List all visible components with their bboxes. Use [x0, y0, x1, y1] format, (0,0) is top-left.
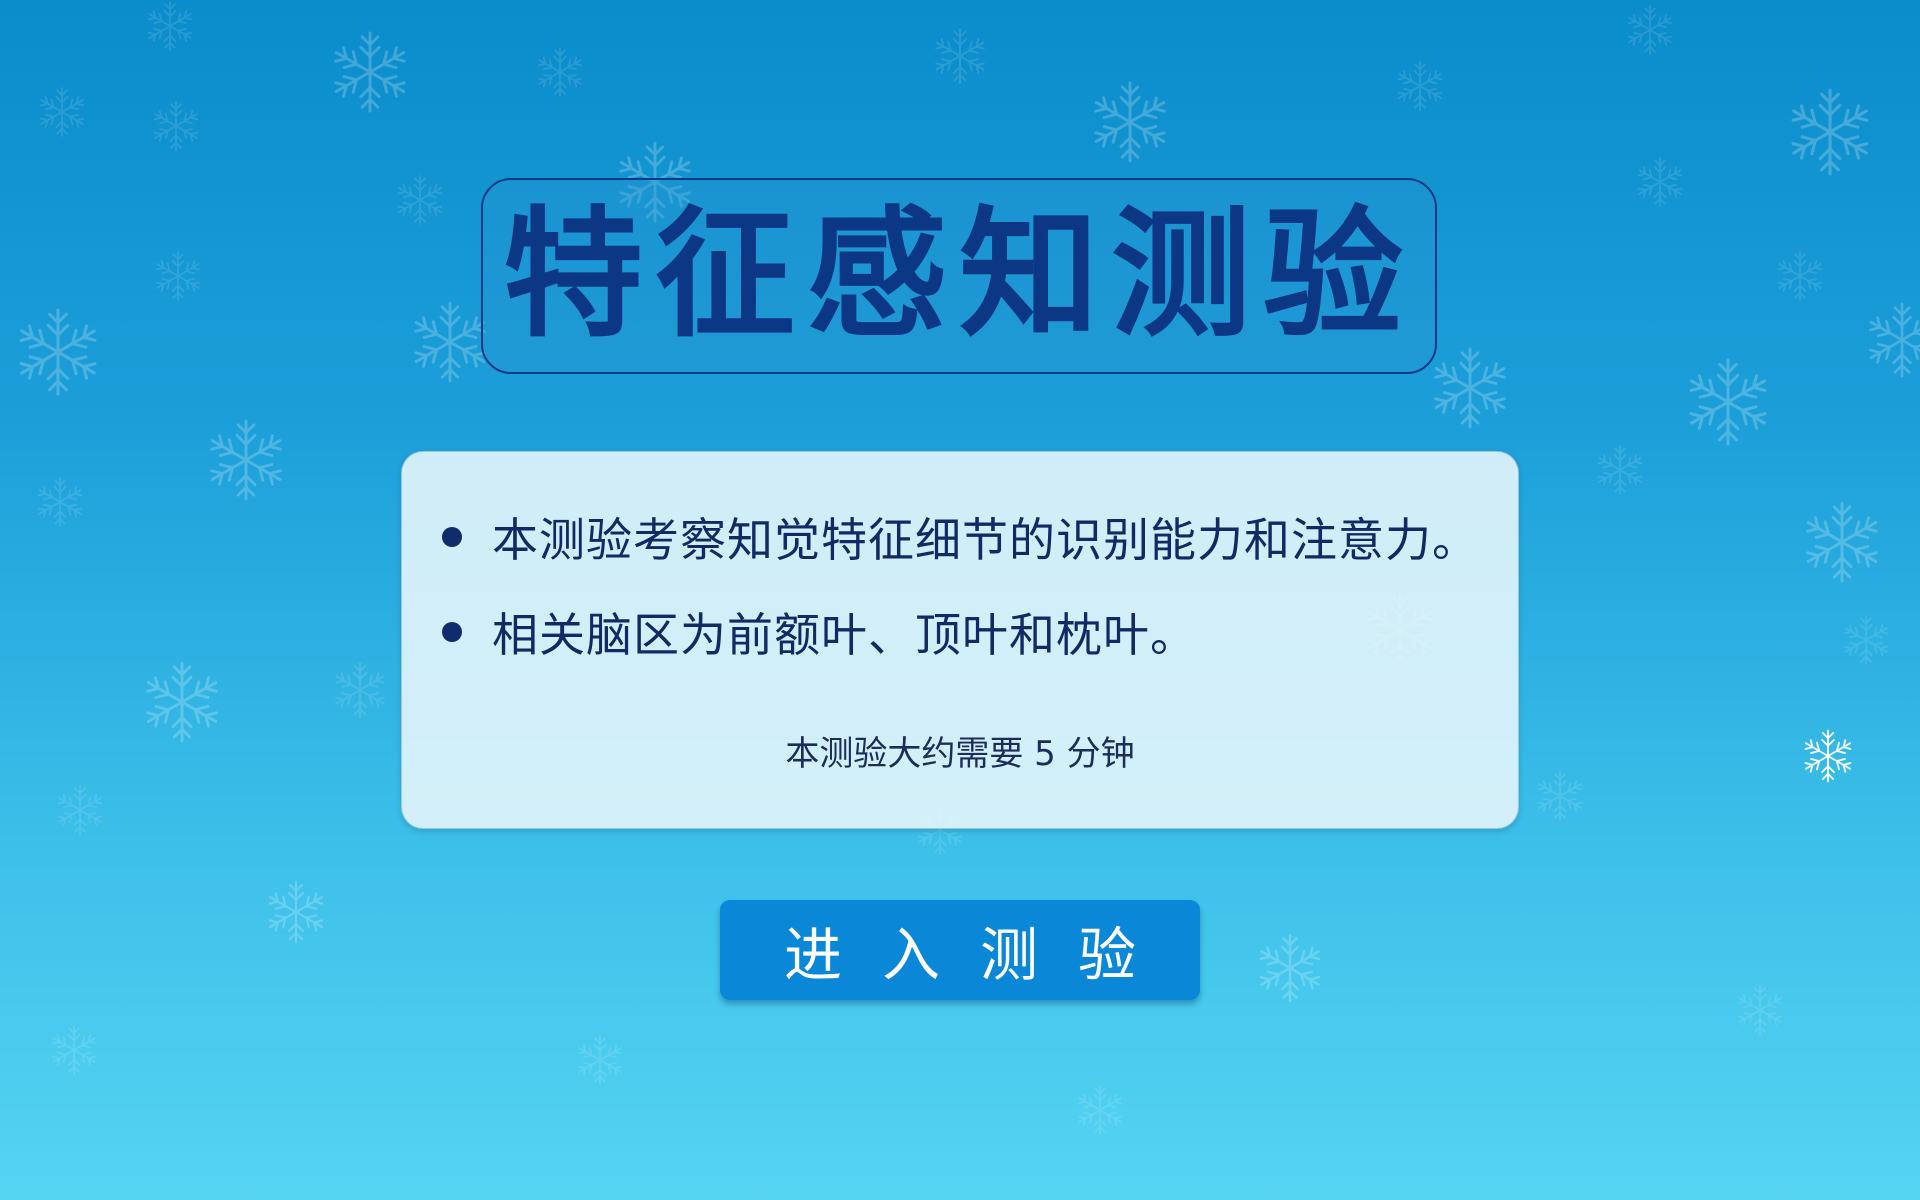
description-list: 本测验考察知觉特征细节的识别能力和注意力。 相关脑区为前额叶、顶叶和枕叶。 [442, 509, 1479, 699]
enter-test-button[interactable]: 进入测验 [720, 900, 1200, 1000]
page-title: 特征感知测验 [502, 194, 1415, 357]
bullet-icon [442, 621, 462, 642]
duration-note: 本测验大约需要 5 分钟 [785, 734, 1135, 774]
bullet-icon [442, 526, 462, 547]
info-card: 本测验考察知觉特征细节的识别能力和注意力。 相关脑区为前额叶、顶叶和枕叶。 本测… [401, 451, 1519, 829]
description-text: 相关脑区为前额叶、顶叶和枕叶。 [492, 607, 1197, 662]
snowflake-icon [1803, 731, 1853, 782]
title-panel: 特征感知测验 [481, 178, 1437, 374]
description-text: 本测验考察知觉特征细节的识别能力和注意力。 [492, 512, 1479, 567]
list-item: 本测验考察知觉特征细节的识别能力和注意力。 [442, 509, 1479, 567]
list-item: 相关脑区为前额叶、顶叶和枕叶。 [442, 604, 1479, 662]
